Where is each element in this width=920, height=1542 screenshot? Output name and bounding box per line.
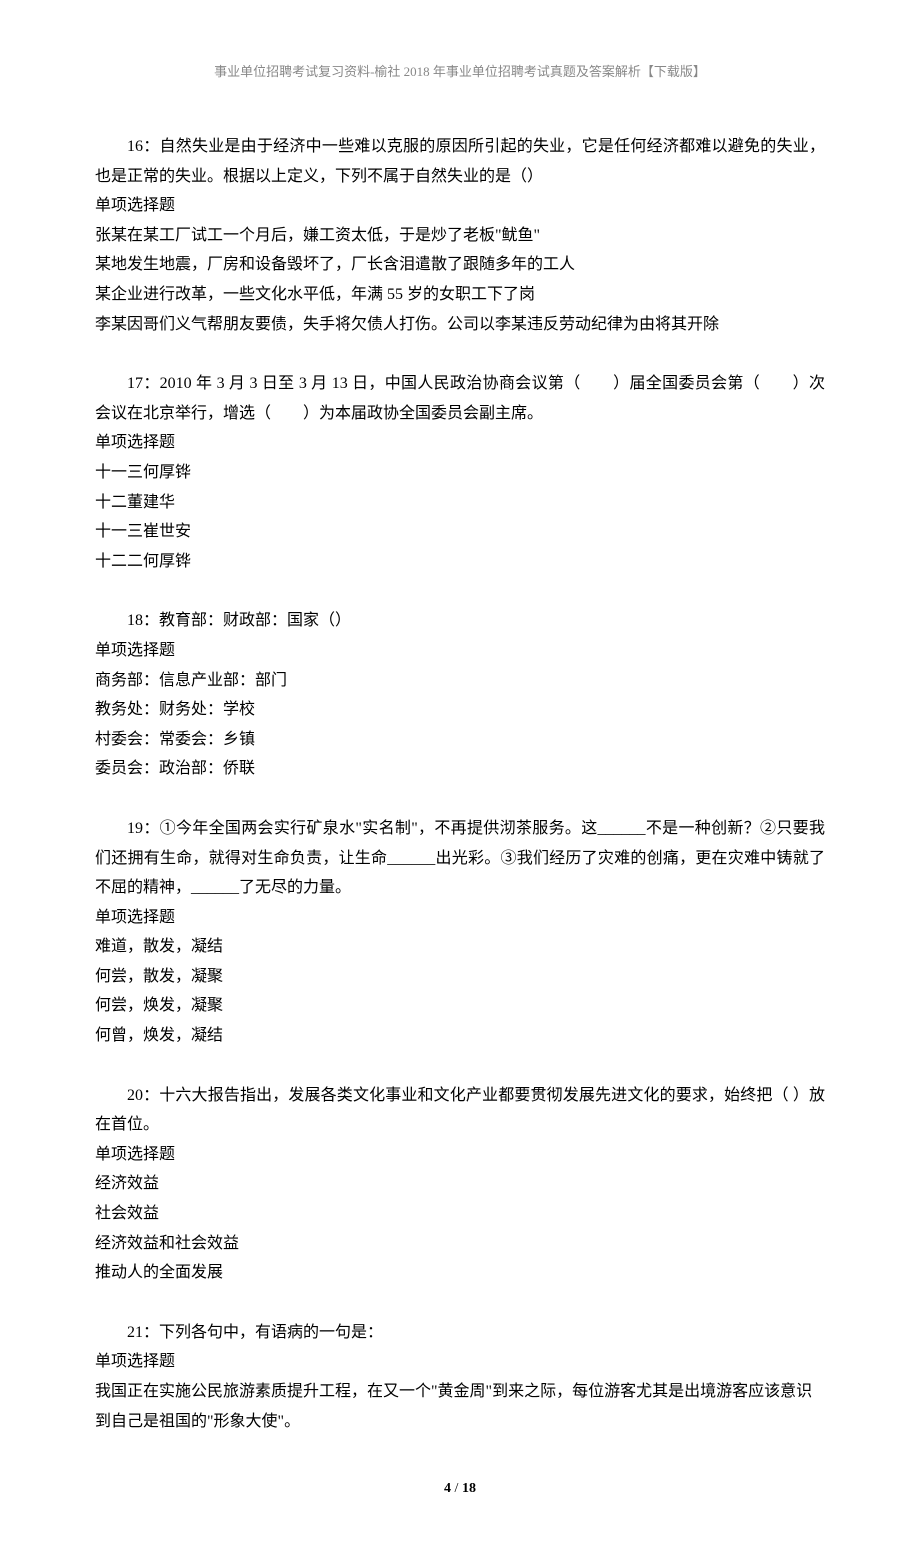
- question-text: 19：①今年全国两会实行矿泉水"实名制"，不再提供沏茶服务。这______不是一…: [95, 814, 825, 903]
- option-b: 十二董建华: [95, 488, 825, 518]
- question-text: 16：自然失业是由于经济中一些难以克服的原因所引起的失业，它是任何经济都难以避免…: [95, 132, 825, 191]
- question-20: 20：十六大报告指出，发展各类文化事业和文化产业都要贯彻发展先进文化的要求，始终…: [95, 1081, 825, 1288]
- question-type: 单项选择题: [95, 428, 825, 458]
- option-d: 委员会：政治部：侨联: [95, 754, 825, 784]
- option-a: 经济效益: [95, 1169, 825, 1199]
- question-19: 19：①今年全国两会实行矿泉水"实名制"，不再提供沏茶服务。这______不是一…: [95, 814, 825, 1051]
- question-text: 17：2010 年 3 月 3 日至 3 月 13 日，中国人民政治协商会议第（…: [95, 369, 825, 428]
- question-type: 单项选择题: [95, 1140, 825, 1170]
- option-b: 何尝，散发，凝聚: [95, 962, 825, 992]
- option-a: 商务部：信息产业部：部门: [95, 666, 825, 696]
- question-type: 单项选择题: [95, 903, 825, 933]
- option-b: 教务处：财务处：学校: [95, 695, 825, 725]
- page-footer: 4 / 18: [95, 1476, 825, 1502]
- question-21: 21：下列各句中，有语病的一句是： 单项选择题 我国正在实施公民旅游素质提升工程…: [95, 1318, 825, 1436]
- option-b: 某地发生地震，厂房和设备毁坏了，厂长含泪遣散了跟随多年的工人: [95, 250, 825, 280]
- option-c: 经济效益和社会效益: [95, 1229, 825, 1259]
- question-text: 18：教育部：财政部：国家（）: [95, 606, 825, 636]
- option-c: 何尝，焕发，凝聚: [95, 991, 825, 1021]
- option-c: 村委会：常委会：乡镇: [95, 725, 825, 755]
- question-text: 20：十六大报告指出，发展各类文化事业和文化产业都要贯彻发展先进文化的要求，始终…: [95, 1081, 825, 1140]
- question-type: 单项选择题: [95, 636, 825, 666]
- option-a: 难道，散发，凝结: [95, 932, 825, 962]
- question-16: 16：自然失业是由于经济中一些难以克服的原因所引起的失业，它是任何经济都难以避免…: [95, 132, 825, 339]
- option-a: 我国正在实施公民旅游素质提升工程，在又一个"黄金周"到来之际，每位游客尤其是出境…: [95, 1377, 825, 1436]
- page-separator: /: [451, 1481, 462, 1496]
- option-d: 李某因哥们义气帮朋友要债，失手将欠债人打伤。公司以李某违反劳动纪律为由将其开除: [95, 310, 825, 340]
- question-type: 单项选择题: [95, 191, 825, 221]
- option-b: 社会效益: [95, 1199, 825, 1229]
- question-text: 21：下列各句中，有语病的一句是：: [95, 1318, 825, 1348]
- option-a: 十一三何厚铧: [95, 458, 825, 488]
- option-d: 推动人的全面发展: [95, 1258, 825, 1288]
- option-d: 何曾，焕发，凝结: [95, 1021, 825, 1051]
- question-17: 17：2010 年 3 月 3 日至 3 月 13 日，中国人民政治协商会议第（…: [95, 369, 825, 576]
- option-d: 十二二何厚铧: [95, 547, 825, 577]
- total-pages: 18: [462, 1481, 476, 1496]
- question-18: 18：教育部：财政部：国家（） 单项选择题 商务部：信息产业部：部门 教务处：财…: [95, 606, 825, 784]
- option-c: 十一三崔世安: [95, 517, 825, 547]
- page-header: 事业单位招聘考试复习资料-榆社 2018 年事业单位招聘考试真题及答案解析【下载…: [95, 60, 825, 84]
- question-type: 单项选择题: [95, 1347, 825, 1377]
- option-c: 某企业进行改革，一些文化水平低，年满 55 岁的女职工下了岗: [95, 280, 825, 310]
- current-page: 4: [444, 1481, 451, 1496]
- option-a: 张某在某工厂试工一个月后，嫌工资太低，于是炒了老板"鱿鱼": [95, 221, 825, 251]
